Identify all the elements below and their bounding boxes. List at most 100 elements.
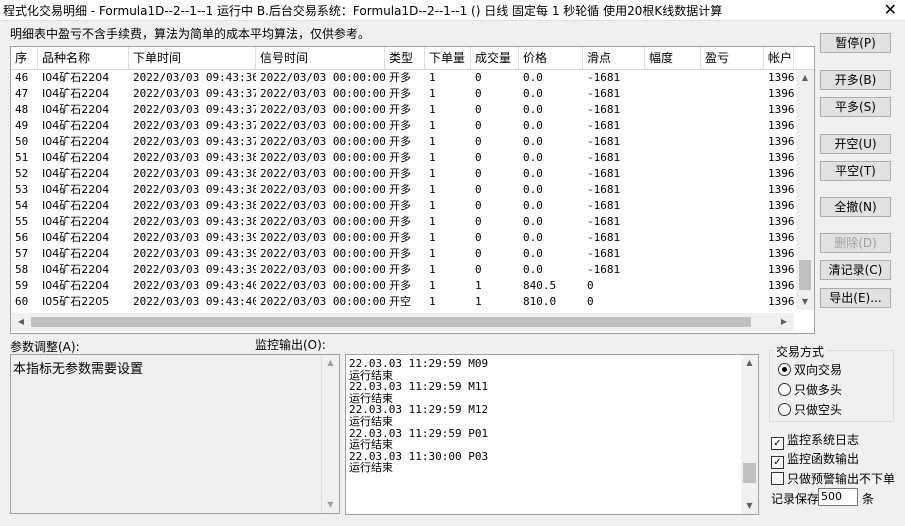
scroll-up-icon[interactable]: ▲: [322, 355, 339, 371]
table-cell: 0.0: [523, 71, 543, 84]
table-cell: 810.0: [523, 295, 557, 308]
table-cell: 1396: [768, 151, 794, 164]
scroll-thumb[interactable]: [743, 463, 756, 483]
column-header[interactable]: 帐户: [764, 47, 794, 69]
scroll-left-icon[interactable]: ◀: [13, 313, 29, 331]
table-cell: [701, 198, 764, 214]
checkbox-label: 只做预警输出不下单: [787, 472, 896, 486]
table-row[interactable]: 49 I04矿石2204 2022/03/03 09:43:37 2022/03/03…: [11, 118, 794, 134]
table-cell: -1681: [587, 151, 621, 164]
monitor-line: 22.03.03 11:29:59 M12: [349, 403, 489, 417]
table-row[interactable]: 53 I04矿石2204 2022/03/03 09:43:38 2022/03/03…: [11, 182, 794, 198]
column-header[interactable]: 信号时间: [256, 47, 385, 69]
scroll-down-icon[interactable]: ▼: [322, 497, 339, 513]
table-row[interactable]: 57 I04矿石2204 2022/03/03 09:43:39 2022/03/03…: [11, 246, 794, 262]
scroll-up-icon[interactable]: ▲: [796, 70, 814, 86]
table-cell: [701, 150, 764, 166]
params-text: 本指标无参数需要设置: [13, 362, 144, 377]
alert-only-checkbox[interactable]: 只做预警输出不下单: [771, 470, 895, 486]
scroll-right-icon[interactable]: ▶: [776, 313, 792, 331]
table-cell: 1: [429, 135, 436, 148]
params-textarea[interactable]: 本指标无参数需要设置 ▲ ▼: [10, 354, 340, 514]
table-cell: 2022/03/03 00:00:00: [260, 183, 385, 196]
scroll-thumb-horizontal[interactable]: [31, 317, 751, 327]
column-header[interactable]: 下单时间: [129, 47, 256, 69]
cancel-all-button[interactable]: 全撤(N): [820, 197, 891, 217]
monitor-output[interactable]: ▲ ▼ 22.03.03 11:29:59 M09 运行结束 22.03.03 11…: [345, 354, 759, 515]
table-row[interactable]: 60 I05矿石2205 2022/03/03 09:43:40 2022/03/03…: [11, 294, 794, 310]
table-cell: 0.0: [523, 199, 543, 212]
column-header[interactable]: 成交量: [471, 47, 519, 69]
table-row[interactable]: 47 I04矿石2204 2022/03/03 09:43:37 2022/03/03…: [11, 86, 794, 102]
column-header[interactable]: 滑点: [583, 47, 645, 69]
table-cell: 52: [15, 167, 29, 180]
table-row[interactable]: 46 I04矿石2204 2022/03/03 09:43:36 2022/03/03…: [11, 70, 794, 86]
column-header[interactable]: 幅度: [645, 47, 701, 69]
column-header[interactable]: 价格: [519, 47, 583, 69]
table-row[interactable]: 50 I04矿石2204 2022/03/03 09:43:37 2022/03/03…: [11, 134, 794, 150]
keep-count-input[interactable]: 500: [818, 488, 858, 506]
table-cell: [645, 182, 701, 198]
table-cell: 2022/03/03 00:00:00: [260, 151, 385, 164]
export-button[interactable]: 导出(E)...: [820, 288, 891, 308]
table-cell: 2022/03/03 00:00:00: [260, 199, 385, 212]
table-cell: 2022/03/03 00:00:00: [260, 215, 385, 228]
scroll-down-icon[interactable]: ▼: [796, 294, 814, 310]
table-cell: 1: [429, 263, 436, 276]
table-cell: -1681: [587, 183, 621, 196]
table-cell: 2022/03/03 09:43:37: [133, 103, 256, 116]
table-cell: 2022/03/03 09:43:36: [133, 71, 256, 84]
open-short-button[interactable]: 开空(U): [820, 134, 891, 154]
horizontal-scrollbar[interactable]: ◀ ▶: [11, 313, 794, 331]
column-header[interactable]: 品种名称: [38, 47, 129, 69]
params-scrollbar[interactable]: ▲ ▼: [321, 355, 339, 513]
table-cell: 开多: [389, 183, 411, 196]
close-icon[interactable]: ✕: [884, 0, 897, 19]
table-row[interactable]: 59 I04矿石2204 2022/03/03 09:43:40 2022/03/03…: [11, 278, 794, 294]
table-cell: [701, 294, 764, 310]
table-cell: 0: [475, 215, 482, 228]
column-header[interactable]: 下单量: [425, 47, 471, 69]
monitor-func-checkbox[interactable]: ✓ 监控函数输出: [771, 450, 860, 469]
scroll-up-icon[interactable]: ▲: [741, 355, 758, 371]
table-cell: [701, 278, 764, 294]
table-cell: 51: [15, 151, 29, 164]
table-row[interactable]: 52 I04矿石2204 2022/03/03 09:43:38 2022/03/03…: [11, 166, 794, 182]
table-cell: 开多: [389, 215, 411, 228]
table-cell: I04矿石2204: [42, 151, 110, 164]
table-row[interactable]: 56 I04矿石2204 2022/03/03 09:43:39 2022/03/03…: [11, 230, 794, 246]
table-cell: I04矿石2204: [42, 119, 110, 132]
clear-records-button[interactable]: 清记录(C): [820, 260, 891, 280]
table-row[interactable]: 48 I04矿石2204 2022/03/03 09:43:37 2022/03/03…: [11, 102, 794, 118]
radio-long-only[interactable]: 只做多头: [778, 381, 842, 397]
table-cell: 2022/03/03 09:43:37: [133, 87, 256, 100]
table-cell: -1681: [587, 135, 621, 148]
monitor-scrollbar[interactable]: ▲ ▼: [741, 355, 758, 514]
close-long-button[interactable]: 平多(S): [820, 97, 891, 117]
table-cell: 2022/03/03 00:00:00: [260, 279, 385, 292]
checkbox-label: 监控函数输出: [787, 452, 860, 466]
column-header[interactable]: 类型: [385, 47, 425, 69]
open-long-button[interactable]: 开多(B): [820, 70, 891, 90]
order-table[interactable]: 序品种名称 下单时间 信号时间 类型 下单量 成交量 价格 滑点 幅度 盈亏 帐户 46 I04矿石2…: [10, 46, 815, 334]
table-cell: -1681: [587, 231, 621, 244]
table-cell: -1681: [587, 215, 621, 228]
table-cell: 0.0: [523, 87, 543, 100]
table-row[interactable]: 55 I04矿石2204 2022/03/03 09:43:38 2022/03/03…: [11, 214, 794, 230]
close-short-button[interactable]: 平空(T): [820, 161, 891, 181]
table-cell: 开多: [389, 247, 411, 260]
column-header[interactable]: 盈亏: [701, 47, 764, 69]
vertical-scrollbar[interactable]: ▲ ▼: [796, 70, 814, 310]
table-cell: I04矿石2204: [42, 103, 110, 116]
scroll-thumb[interactable]: [799, 260, 811, 290]
scroll-down-icon[interactable]: ▼: [741, 498, 758, 514]
radio-short-only[interactable]: 只做空头: [778, 401, 842, 417]
table-row[interactable]: 54 I04矿石2204 2022/03/03 09:43:38 2022/03/03…: [11, 198, 794, 214]
monitor-log-checkbox[interactable]: ✓ 监控系统日志: [771, 431, 859, 450]
radio-both[interactable]: 双向交易: [778, 361, 842, 377]
table-row[interactable]: 58 I04矿石2204 2022/03/03 09:43:39 2022/03/03…: [11, 262, 794, 278]
column-header[interactable]: 序: [11, 47, 38, 69]
pause-button[interactable]: 暂停(P): [820, 33, 891, 53]
table-cell: 1: [429, 231, 436, 244]
table-row[interactable]: 51 I04矿石2204 2022/03/03 09:43:38 2022/03/03…: [11, 150, 794, 166]
